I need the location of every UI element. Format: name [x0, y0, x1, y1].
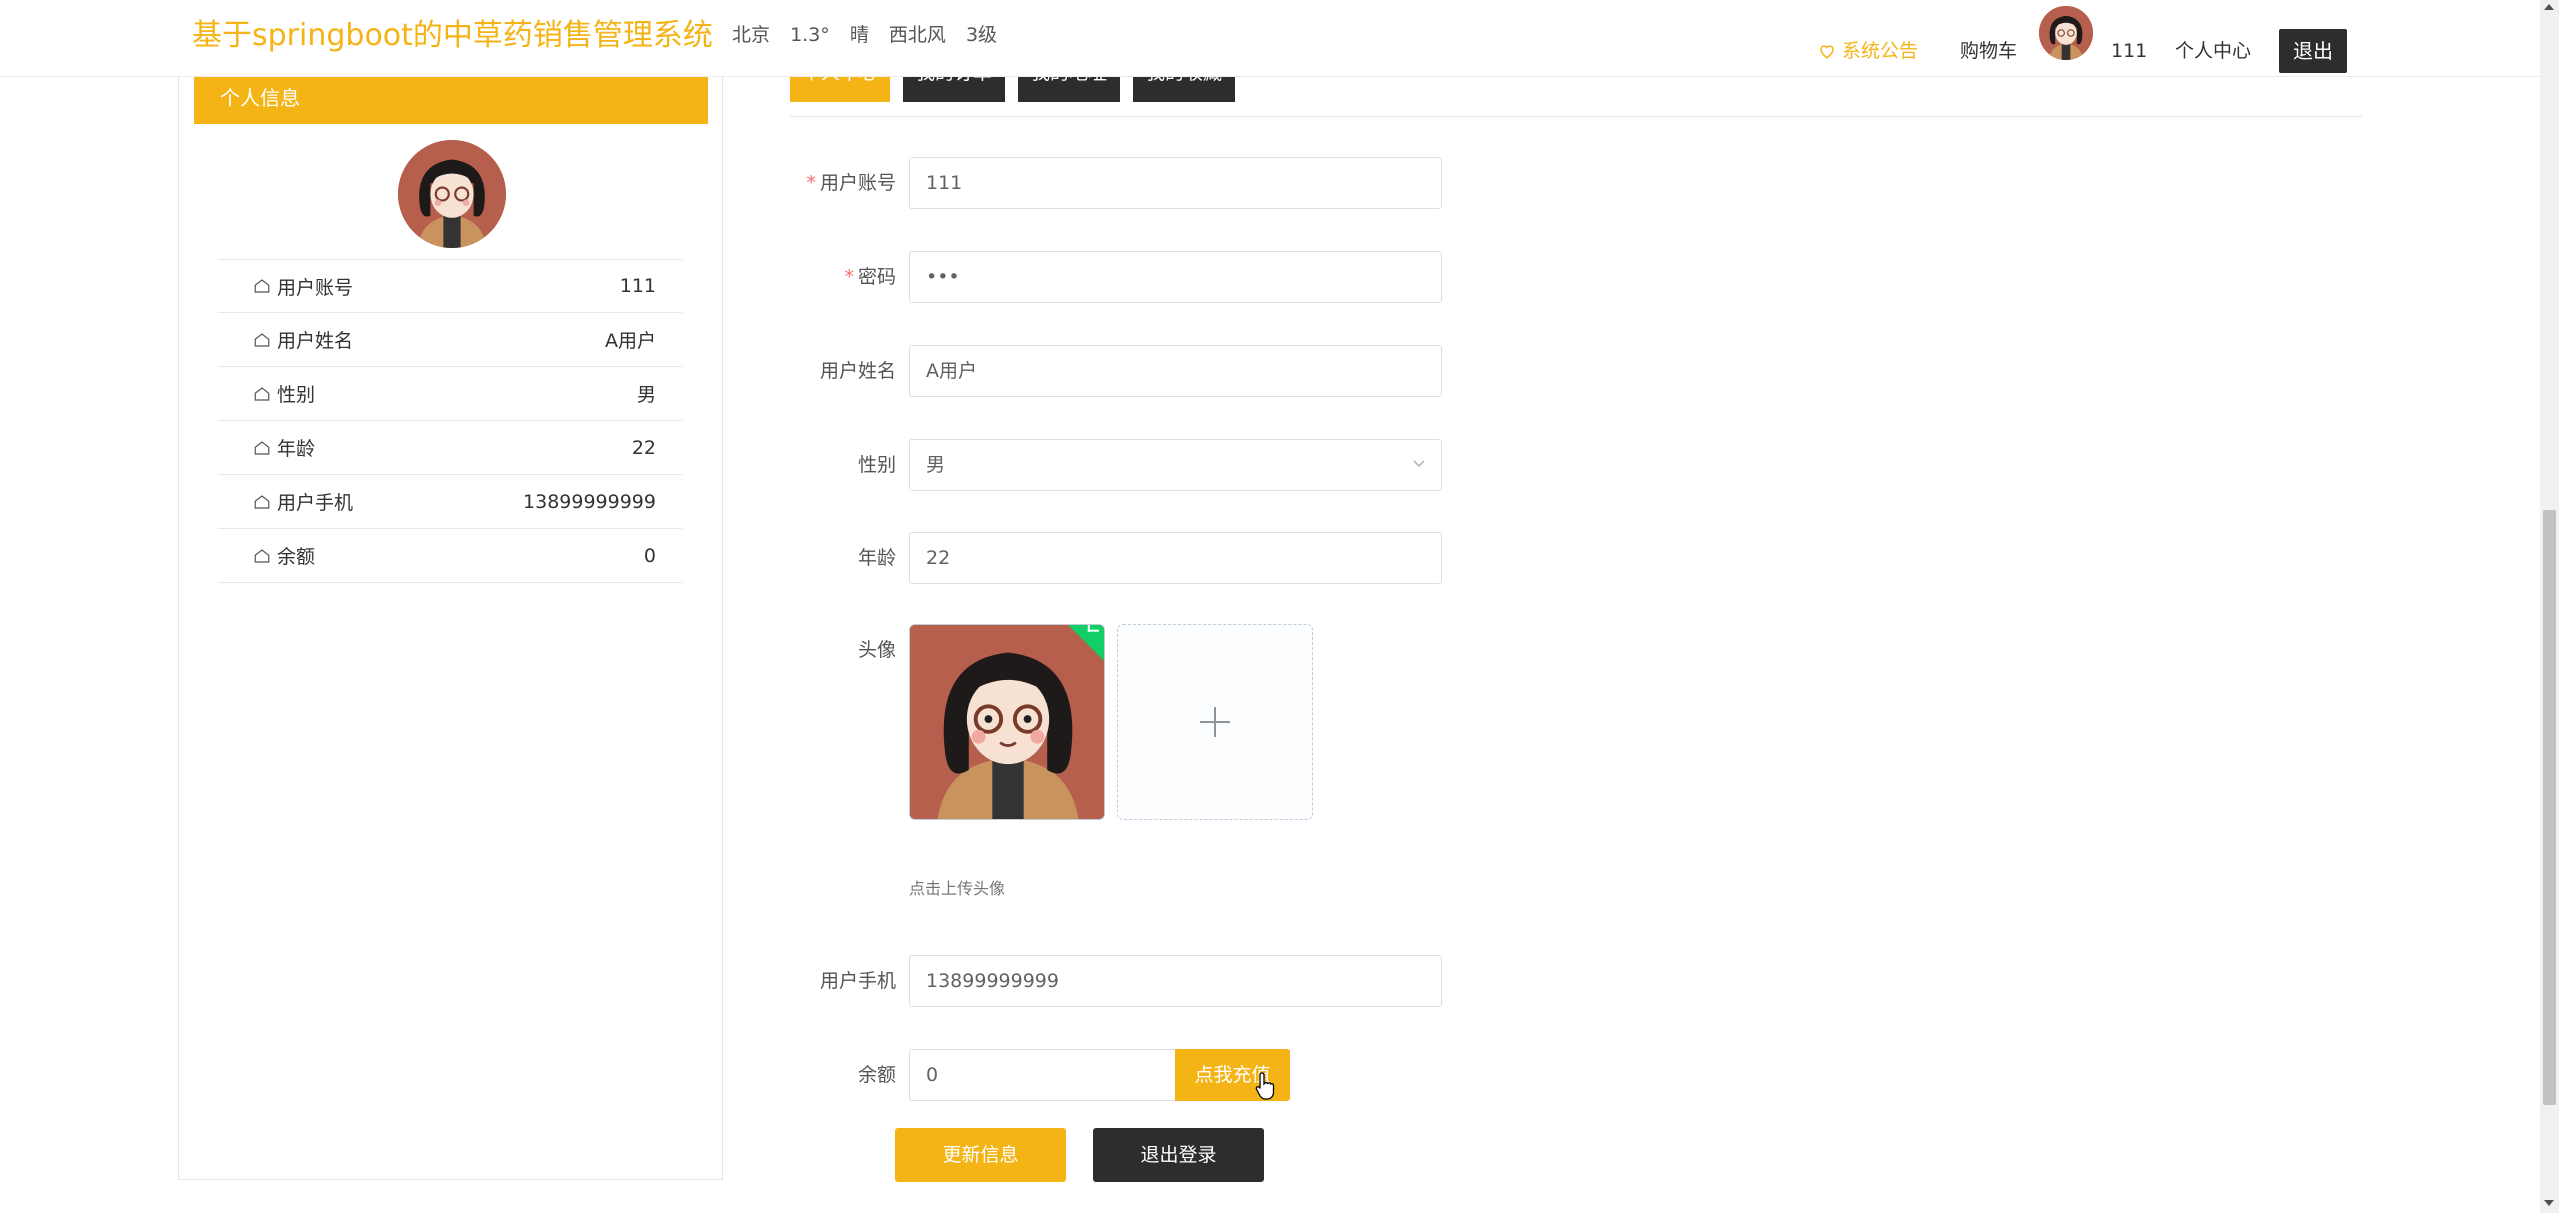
home-icon: [254, 279, 270, 293]
hand-cursor-icon: [1255, 1072, 1275, 1100]
notice-link[interactable]: 系统公告: [1818, 36, 1918, 66]
user-avatar[interactable]: [2039, 6, 2093, 60]
weather-city: 北京: [732, 24, 771, 46]
gender-select[interactable]: 男: [909, 439, 1442, 491]
required-mark: *: [844, 266, 854, 288]
info-label: 年龄: [277, 438, 316, 460]
info-value: 111: [619, 275, 656, 297]
personal-center-link[interactable]: 个人中心: [2175, 36, 2251, 66]
info-row-phone: 用户手机 13899999999: [218, 475, 682, 529]
chevron-down-icon: [1413, 460, 1425, 467]
avatar-preview[interactable]: [909, 624, 1105, 820]
info-label: 用户账号: [277, 276, 354, 299]
cart-link[interactable]: 购物车: [1960, 36, 2017, 66]
home-icon: [254, 440, 270, 455]
scroll-up-arrow-icon[interactable]: [2544, 4, 2554, 10]
weather-wind: 西北风: [888, 24, 946, 46]
top-header: 基于springboot的中草药销售管理系统 北京 1.3° 晴 西北风 3级 …: [0, 0, 2540, 77]
logout-login-button[interactable]: 退出登录: [1093, 1128, 1264, 1182]
home-icon: [254, 332, 270, 347]
scroll-down-arrow-icon[interactable]: [2544, 1200, 2554, 1206]
weather-temp: 1.3°: [790, 24, 830, 46]
avatar-illustration: [2039, 6, 2093, 60]
age-input[interactable]: 22: [909, 532, 1442, 584]
info-value: 0: [643, 544, 656, 567]
info-label: 性别: [277, 384, 316, 406]
profile-sidebar: 个人信息 用户账号 111 用户姓名 A用户 性别 男 年龄 22 用户手机 1…: [178, 76, 723, 1180]
balance-label: 余额: [857, 1064, 896, 1086]
weather-condition: 晴: [849, 24, 869, 46]
info-row-name: 用户姓名 A用户: [218, 313, 682, 367]
info-row-account: 用户账号 111: [218, 259, 682, 313]
balance-input[interactable]: 0: [909, 1049, 1176, 1101]
name-label: 用户姓名: [819, 360, 896, 382]
info-value: 13899999999: [523, 490, 656, 513]
info-value: 22: [631, 436, 656, 459]
weather-level: 3级: [965, 24, 998, 46]
notice-label: 系统公告: [1842, 40, 1919, 62]
age-label: 年龄: [857, 547, 896, 569]
profile-avatar: [398, 140, 506, 248]
phone-input[interactable]: 13899999999: [909, 955, 1442, 1007]
plus-icon: [1200, 707, 1230, 737]
password-label-text: 密码: [857, 266, 896, 288]
update-info-button[interactable]: 更新信息: [895, 1128, 1066, 1182]
scrollbar-thumb[interactable]: [2543, 510, 2556, 1105]
gender-label: 性别: [857, 454, 896, 476]
avatar-upload-button[interactable]: [1117, 624, 1313, 820]
home-icon: [254, 494, 270, 509]
info-label: 余额: [277, 546, 316, 568]
username[interactable]: 111: [2111, 36, 2147, 66]
tab-divider: [790, 116, 2362, 117]
avatar-upload-hint: 点击上传头像: [909, 879, 1006, 898]
name-input[interactable]: A用户: [909, 345, 1442, 397]
account-label-text: 用户账号: [819, 172, 896, 194]
info-label: 用户姓名: [277, 330, 354, 352]
sidebar-title: 个人信息: [194, 76, 708, 124]
site-title[interactable]: 基于springboot的中草药销售管理系统: [192, 14, 713, 58]
info-row-balance: 余额 0: [218, 529, 682, 583]
info-value: A用户: [605, 330, 656, 352]
required-mark: *: [806, 172, 816, 194]
home-icon: [254, 548, 270, 563]
avatar-illustration: [910, 625, 1104, 819]
info-label: 用户手机: [277, 492, 354, 514]
account-label: * 用户账号: [790, 157, 896, 209]
account-input[interactable]: 111: [909, 157, 1442, 209]
phone-label: 用户手机: [819, 970, 896, 992]
logout-button[interactable]: 退出: [2279, 29, 2347, 73]
info-row-age: 年龄 22: [218, 421, 682, 475]
heart-icon: [1820, 45, 1834, 59]
weather-widget: 北京 1.3° 晴 西北风 3级: [732, 20, 1011, 50]
info-value: 男: [636, 384, 656, 406]
password-label: * 密码: [790, 251, 896, 303]
gender-selected-value: 男: [926, 454, 946, 476]
avatar-label: 头像: [857, 639, 896, 661]
password-input[interactable]: •••: [909, 251, 1442, 303]
home-icon: [254, 386, 270, 401]
info-row-gender: 性别 男: [218, 367, 682, 421]
avatar-illustration: [398, 140, 506, 248]
profile-info-list: 用户账号 111 用户姓名 A用户 性别 男 年龄 22 用户手机 138999…: [218, 259, 682, 583]
